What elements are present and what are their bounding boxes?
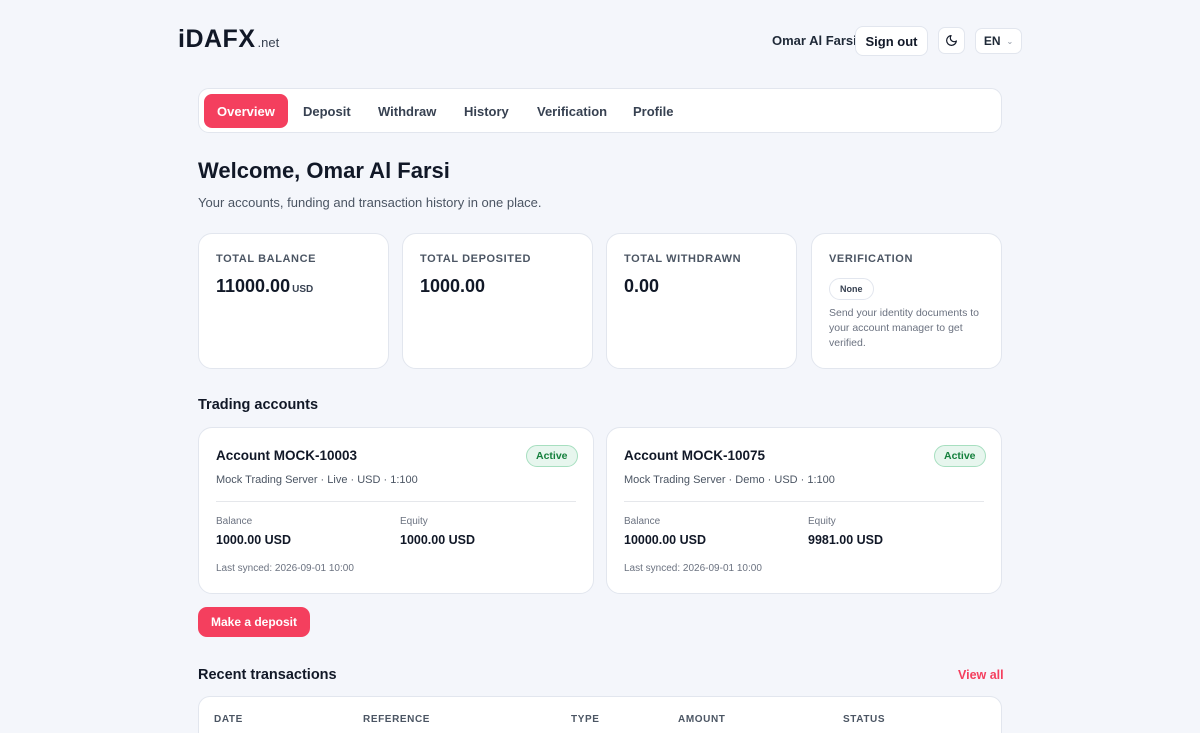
account-title: Account MOCK-10003 xyxy=(216,448,358,463)
divider xyxy=(624,501,984,502)
make-deposit-button[interactable]: Make a deposit xyxy=(198,607,310,637)
balance-value: 10000.00 USD xyxy=(624,533,707,547)
account-meta: Mock Trading Server · Live · USD · 1:100 xyxy=(216,474,418,486)
tab-profile[interactable]: Profile xyxy=(620,94,686,128)
chevron-down-icon: ⌄ xyxy=(1006,36,1014,46)
total-balance-value: 11000.00 xyxy=(216,276,291,296)
top-header: iDAFX .net Omar Al Farsi Sign out EN ⌄ xyxy=(0,0,1200,80)
sign-out-button[interactable]: Sign out xyxy=(855,26,928,56)
theme-toggle-button[interactable] xyxy=(938,27,965,54)
currency-unit: USD xyxy=(292,284,314,295)
balance-label: Balance xyxy=(216,516,253,527)
status-badge: Active xyxy=(526,445,578,467)
stat-label: VERIFICATION xyxy=(829,253,913,265)
main-tabs: Overview Deposit Withdraw History Verifi… xyxy=(198,88,1002,133)
page-title: Welcome, Omar Al Farsi xyxy=(198,158,450,183)
balance-value: 1000.00 USD xyxy=(216,533,292,547)
account-card: Account MOCK-10003 Active Mock Trading S… xyxy=(198,427,594,594)
stat-label: TOTAL WITHDRAWN xyxy=(624,253,742,265)
status-badge: Active xyxy=(934,445,986,467)
user-name: Omar Al Farsi xyxy=(772,33,857,48)
brand-suffix: .net xyxy=(257,35,280,50)
tab-deposit[interactable]: Deposit xyxy=(290,94,364,128)
verification-note: Send your identity documents to your acc… xyxy=(829,307,980,349)
last-synced: Last synced: 2026-09-01 10:00 xyxy=(216,563,354,574)
equity-label: Equity xyxy=(400,516,428,527)
last-synced: Last synced: 2026-09-01 10:00 xyxy=(624,563,762,574)
tab-overview[interactable]: Overview xyxy=(204,94,288,128)
equity-value: 1000.00 USD xyxy=(400,533,476,547)
total-deposited-value: 1000.00 xyxy=(420,276,486,296)
column-header-amount[interactable]: AMOUNT xyxy=(678,714,725,725)
language-value: EN xyxy=(983,34,1001,48)
moon-icon xyxy=(946,35,957,46)
account-card: Account MOCK-10075 Active Mock Trading S… xyxy=(606,427,1002,594)
stat-card-total-balance: TOTAL BALANCE 11000.00 USD xyxy=(198,233,389,369)
stat-label: TOTAL BALANCE xyxy=(216,253,317,265)
tab-history[interactable]: History xyxy=(451,94,522,128)
tab-verification[interactable]: Verification xyxy=(524,94,620,128)
brand-logo[interactable]: iDAFX .net xyxy=(178,25,279,54)
trading-accounts-title: Trading accounts xyxy=(198,397,319,413)
balance-label: Balance xyxy=(624,516,661,527)
tab-withdraw[interactable]: Withdraw xyxy=(365,94,449,128)
account-meta: Mock Trading Server · Demo · USD · 1:100 xyxy=(624,474,835,486)
view-all-link[interactable]: View all xyxy=(958,668,1004,682)
recent-transactions-title: Recent transactions xyxy=(198,667,337,683)
brand-name: iDAFX xyxy=(178,25,256,53)
account-title: Account MOCK-10075 xyxy=(624,448,766,463)
stat-card-total-withdrawn: TOTAL WITHDRAWN 0.00 xyxy=(606,233,797,369)
stat-label: TOTAL DEPOSITED xyxy=(420,253,532,265)
column-header-reference[interactable]: REFERENCE xyxy=(363,714,430,725)
equity-label: Equity xyxy=(808,516,836,527)
equity-value: 9981.00 USD xyxy=(808,533,884,547)
divider xyxy=(216,501,576,502)
page-subtitle: Your accounts, funding and transaction h… xyxy=(198,195,542,210)
verification-status-badge: None xyxy=(829,278,874,300)
stat-value: 11000.00 USD xyxy=(216,276,313,297)
language-select[interactable]: EN ⌄ xyxy=(975,28,1022,54)
column-header-type[interactable]: TYPE xyxy=(571,714,600,725)
column-header-status[interactable]: STATUS xyxy=(843,714,885,725)
total-withdrawn-value: 0.00 xyxy=(624,276,660,296)
transactions-table: DATE REFERENCE TYPE AMOUNT STATUS xyxy=(198,696,1002,733)
column-header-date[interactable]: DATE xyxy=(214,714,243,725)
stat-card-total-deposited: TOTAL DEPOSITED 1000.00 xyxy=(402,233,593,369)
stat-card-verification: VERIFICATION None Send your identity doc… xyxy=(811,233,1002,369)
